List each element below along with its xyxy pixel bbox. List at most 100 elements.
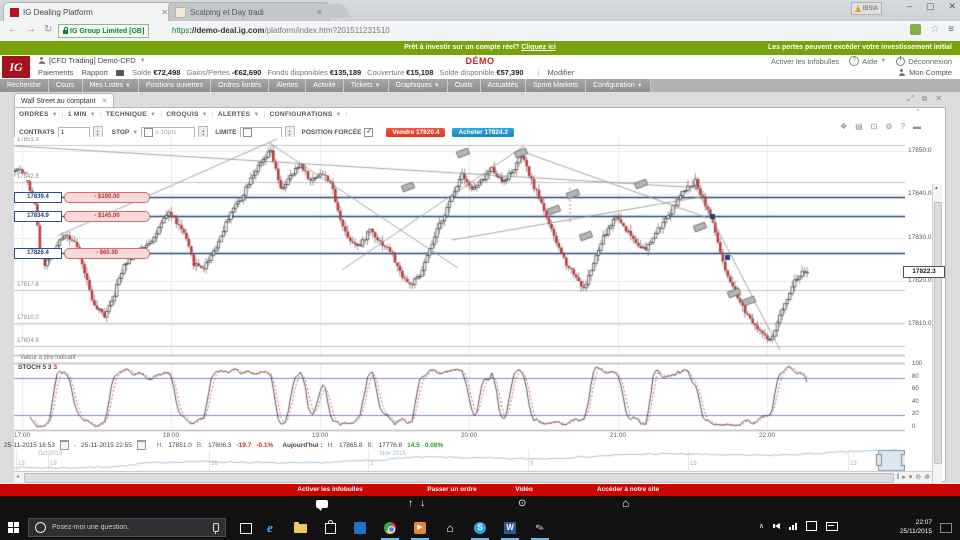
taskbar-app-internet-explorer[interactable]: e bbox=[258, 519, 282, 537]
modify-link[interactable]: Modifier bbox=[548, 68, 575, 77]
arrow-down-icon[interactable]: ↓ bbox=[420, 498, 425, 509]
video-icon[interactable]: ⊙ bbox=[518, 498, 526, 509]
menu-item-mes-listes[interactable]: Mes Listes▼ bbox=[83, 79, 139, 92]
menu-item-recherche[interactable]: Recherche bbox=[0, 79, 49, 92]
microphone-icon[interactable] bbox=[213, 523, 219, 532]
ev-certificate-badge[interactable]: IG Group Limited [GB] bbox=[58, 24, 149, 38]
tooltips-link[interactable]: Activer les infobulles bbox=[771, 57, 839, 66]
position-pnl-badge[interactable]: - $60.00 bbox=[64, 248, 150, 259]
action-center-icon[interactable] bbox=[940, 523, 952, 533]
expand-icon[interactable]: ▾ bbox=[909, 473, 913, 482]
chat-bubble-icon[interactable] bbox=[316, 500, 328, 508]
taskbar-app-media-player[interactable]: ▶ bbox=[408, 519, 432, 537]
chart-toolbar-configurations[interactable]: CONFIGURATIONS▼ bbox=[270, 111, 342, 118]
notification-badge[interactable]: IBStA bbox=[851, 2, 882, 15]
taskbar-app-file-explorer[interactable] bbox=[288, 519, 312, 537]
footer-link-vid-o[interactable]: Vidéo bbox=[515, 486, 533, 493]
home-icon[interactable]: ⌂ bbox=[622, 496, 629, 510]
task-view-button[interactable] bbox=[240, 523, 252, 534]
minimize-button[interactable]: – bbox=[907, 1, 912, 12]
start-button[interactable] bbox=[8, 522, 19, 533]
menu-item-graphiques[interactable]: Graphiques▼ bbox=[389, 79, 448, 92]
logout-button[interactable]: Déconnexion bbox=[896, 57, 952, 66]
menu-item-ordres-limit-s[interactable]: Ordres limités bbox=[211, 79, 269, 92]
menu-item-configuration[interactable]: Configuration▼ bbox=[586, 79, 651, 92]
menu-item-outils[interactable]: Outils bbox=[448, 79, 481, 92]
maximize-button[interactable]: ▢ bbox=[926, 1, 935, 12]
taskbar-clock[interactable]: 22:07 25/11/2015 bbox=[900, 518, 932, 536]
feedback-icon[interactable]: ▬ bbox=[913, 122, 921, 131]
calendar-icon[interactable] bbox=[60, 440, 69, 450]
tab-close-icon[interactable]: ✕ bbox=[101, 97, 107, 105]
menu-item-activit-[interactable]: Activité bbox=[306, 79, 344, 92]
position-pnl-badge[interactable]: - $190.00 bbox=[64, 192, 150, 203]
menu-item-cours[interactable]: Cours bbox=[49, 79, 83, 92]
layers-icon[interactable]: ❖ bbox=[840, 122, 847, 131]
buy-button[interactable]: Acheter 17824.2 bbox=[452, 128, 514, 137]
stop-checkbox[interactable] bbox=[144, 128, 153, 137]
chart-toolbar-technique[interactable]: TECHNIQUE▼ bbox=[106, 111, 156, 118]
zoom-out-icon[interactable]: ⊖ bbox=[915, 473, 921, 482]
menu-item-positions-ouvertes[interactable]: Positions ouvertes bbox=[139, 79, 211, 92]
force-open-checkbox[interactable]: ✓ bbox=[364, 128, 373, 137]
network-icon[interactable] bbox=[789, 523, 797, 530]
menu-item-tickets[interactable]: Tickets▼ bbox=[344, 79, 389, 92]
address-input[interactable]: https://demo-deal.ig.com/platform/index.… bbox=[172, 26, 390, 35]
browser-tab-active[interactable]: IG Dealing Platform ✕ bbox=[3, 2, 175, 22]
tray-expand-icon[interactable]: ∧ bbox=[759, 522, 764, 530]
volume-icon[interactable] bbox=[773, 523, 780, 529]
taskbar-app-chrome[interactable] bbox=[378, 519, 402, 537]
settings-gear-icon[interactable]: ⚙ bbox=[885, 122, 892, 131]
tab-close-icon[interactable]: ✕ bbox=[161, 8, 168, 17]
popout-icon[interactable]: ⧉ bbox=[922, 94, 928, 104]
position-level-label[interactable]: 17826.4 bbox=[14, 248, 62, 259]
footer-link-passer-un-ordre[interactable]: Passer un ordre bbox=[427, 486, 477, 493]
footer-link-acc-der-notre-site[interactable]: Accéder à notre site bbox=[597, 486, 659, 493]
snapshot-icon[interactable]: ▤ bbox=[855, 122, 863, 131]
menu-item-alertes[interactable]: Alertes bbox=[269, 79, 306, 92]
close-icon[interactable]: ✕ bbox=[935, 94, 942, 104]
cortana-search-box[interactable]: Posez-moi une question. bbox=[28, 518, 226, 537]
scrollbar-thumb[interactable] bbox=[934, 202, 942, 464]
chart-toolbar-1-min[interactable]: 1 MIN▼ bbox=[68, 111, 96, 118]
taskbar-app-people[interactable] bbox=[348, 519, 372, 537]
notifications-icon[interactable] bbox=[806, 521, 817, 531]
taskbar-app-store[interactable] bbox=[318, 519, 342, 537]
scroll-up-icon[interactable]: ▲ bbox=[934, 185, 939, 191]
sell-button[interactable]: Vendre 17820.4 bbox=[386, 128, 445, 137]
limit-checkbox[interactable] bbox=[243, 128, 252, 137]
print-icon[interactable]: ⊡ bbox=[871, 122, 878, 131]
taskbar-app-word[interactable]: W bbox=[498, 519, 522, 537]
chart-window-tab[interactable]: Wall Street au comptant ✕ bbox=[14, 93, 114, 108]
keyboard-icon[interactable] bbox=[826, 522, 838, 531]
chart-toolbar-croquis[interactable]: CROQUIS▼ bbox=[166, 111, 208, 118]
taskbar-app-home[interactable]: ⌂ bbox=[438, 519, 462, 537]
my-account-button[interactable]: Mon Compte bbox=[898, 68, 952, 77]
back-button[interactable]: ← bbox=[8, 24, 18, 35]
chart-toolbar-alertes[interactable]: ALERTES▼ bbox=[218, 111, 260, 118]
taskbar-app-skype[interactable]: S bbox=[468, 519, 492, 537]
taskbar-app-editor[interactable]: ✎ bbox=[528, 519, 552, 537]
report-link[interactable]: Rapport bbox=[81, 68, 108, 77]
collapse-icon[interactable]: ⌃ bbox=[915, 108, 921, 116]
range-end[interactable]: 25-11-2015 22:55 bbox=[81, 442, 132, 449]
scroll-left-icon[interactable]: ◂ bbox=[16, 473, 19, 482]
chart-toolbar-ordres[interactable]: ORDRES▼ bbox=[19, 111, 58, 118]
horizontal-scrollbar[interactable]: ◂ ‖ ▸ ▾ ⊖ ⊕ bbox=[14, 471, 932, 483]
browser-tab-inactive[interactable]: Scalping et Day tradi ✕ bbox=[168, 2, 330, 22]
extension-icon[interactable] bbox=[910, 24, 921, 35]
arrow-up-icon[interactable]: ↑ bbox=[408, 498, 413, 509]
position-level-label[interactable]: 17834.9 bbox=[14, 211, 62, 222]
price-chart-canvas[interactable] bbox=[14, 137, 905, 482]
payments-link[interactable]: Paiements bbox=[38, 68, 73, 77]
pause-icon[interactable]: ‖ bbox=[896, 473, 899, 482]
forward-button[interactable]: → bbox=[26, 24, 36, 35]
reload-button[interactable]: ↻ bbox=[44, 24, 52, 35]
menu-item-sprint-markets[interactable]: Sprint Markets bbox=[526, 79, 586, 92]
help-icon[interactable]: ? bbox=[901, 122, 905, 131]
range-start[interactable]: 25-11-2015 16:53 bbox=[4, 442, 55, 449]
position-pnl-badge[interactable]: - $145.00 bbox=[64, 211, 150, 222]
bookmark-star-icon[interactable]: ☆ bbox=[930, 24, 939, 35]
new-tab-button[interactable] bbox=[319, 4, 352, 18]
promo-link[interactable]: Cliquez ici bbox=[521, 44, 556, 51]
